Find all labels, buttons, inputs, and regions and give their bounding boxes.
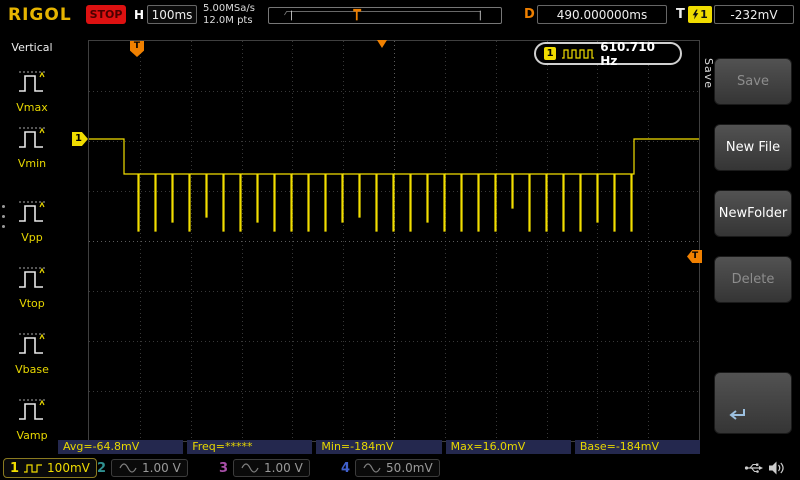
menu-item-vpp[interactable]: Vpp [0, 198, 64, 244]
delete-button[interactable]: Delete [714, 256, 792, 303]
channel-status-bar: 1 100mV 2 1.00 V 3 1.00 V [0, 456, 800, 480]
memory-position-strip [268, 7, 502, 24]
save-button[interactable]: Save [714, 58, 792, 105]
acquisition-readout: 5.00MSa/s 12.0M pts [203, 3, 255, 27]
channel-number: 2 [97, 461, 106, 476]
menu-item-label: Vmax [0, 101, 64, 114]
pulse-train-icon [561, 48, 595, 60]
horizontal-label: H [134, 8, 144, 22]
menu-item-label: Vpp [0, 231, 64, 244]
vmax-icon [17, 68, 47, 96]
menu-item-label: Vmin [0, 157, 64, 170]
trigger-source-chip: 1 [688, 6, 712, 23]
sine-wave-icon [240, 463, 260, 473]
sample-rate: 5.00MSa/s [203, 3, 255, 15]
channel-1-status[interactable]: 1 100mV [3, 458, 97, 478]
sine-wave-icon [118, 463, 138, 473]
measurement-min: Min=-184mV [316, 440, 441, 454]
trigger-status-label: T [676, 7, 685, 22]
delay-label: D [524, 7, 535, 22]
channel-number: 4 [341, 461, 350, 476]
channel-number: 1 [10, 461, 19, 476]
marker-letter: 1 [75, 133, 82, 144]
measurement-bar: Avg=-64.8mV Freq=***** Min=-184mV Max=16… [58, 440, 700, 454]
menu-item-vbase[interactable]: Vbase [0, 330, 64, 376]
sine-wave-icon [362, 463, 382, 473]
trigger-level-readout: -232mV [714, 5, 794, 24]
brand-logo: RIGOL [8, 5, 72, 25]
marker-letter: T [134, 41, 140, 51]
vmin-icon [17, 124, 47, 152]
counter-value: 610.710 Hz [600, 40, 672, 68]
vtop-icon [17, 264, 47, 292]
channel1-level-marker: 1 [72, 132, 88, 146]
new-file-button[interactable]: New File [714, 124, 792, 171]
channel-2-status[interactable]: 2 1.00 V [97, 458, 188, 478]
measurement-max: Max=16.0mV [446, 440, 571, 454]
menu-item-vtop[interactable]: Vtop [0, 264, 64, 310]
oscilloscope-screen: RIGOL STOP H 100ms 5.00MSa/s 12.0M pts D… [0, 0, 800, 480]
memory-depth: 12.0M pts [203, 15, 255, 27]
channel-4-status[interactable]: 4 50.0mV [341, 458, 440, 478]
lightning-icon [692, 8, 699, 21]
vamp-icon [17, 396, 47, 424]
menu-item-vmin[interactable]: Vmin [0, 124, 64, 170]
frequency-counter: 1 610.710 Hz [534, 42, 682, 65]
memory-waveform-thumbnail [269, 8, 501, 23]
channel-3-status[interactable]: 3 1.00 V [219, 458, 310, 478]
usb-icon [744, 461, 764, 475]
run-state-badge: STOP [86, 5, 126, 24]
marker-letter: T [692, 251, 698, 261]
left-menu: Vertical Vmax Vmin Vpp Vtop Vbase Vamp [0, 30, 64, 456]
header: RIGOL STOP H 100ms 5.00MSa/s 12.0M pts D… [0, 0, 800, 30]
menu-title: Vertical [0, 41, 64, 54]
menu-item-vamp[interactable]: Vamp [0, 396, 64, 442]
menu-page-dots [2, 198, 5, 235]
channel-scale: 1.00 V [142, 461, 181, 475]
menu-item-label: Vamp [0, 429, 64, 442]
channel-scale: 1.00 V [264, 461, 303, 475]
grid-svg [89, 41, 699, 441]
back-button[interactable] [714, 372, 792, 434]
return-arrow-icon [723, 405, 749, 425]
menu-item-label: Vbase [0, 363, 64, 376]
menu-item-label: Vtop [0, 297, 64, 310]
measurement-avg: Avg=-64.8mV [58, 440, 183, 454]
speaker-icon [768, 460, 786, 476]
measurement-freq: Freq=***** [187, 440, 312, 454]
channel-scale: 50.0mV [386, 461, 433, 475]
right-menu: Save Save New File NewFolder Delete [700, 30, 800, 456]
vpp-icon [17, 198, 47, 226]
vbase-icon [17, 330, 47, 358]
new-folder-button[interactable]: NewFolder [714, 190, 792, 237]
square-wave-icon [23, 463, 43, 473]
channel-number: 3 [219, 461, 228, 476]
measurement-base: Base=-184mV [575, 440, 700, 454]
delay-readout: 490.000000ms [537, 5, 667, 24]
trigger-source: 1 [700, 8, 708, 21]
waveform-display [88, 40, 700, 442]
trigger-center-marker [377, 40, 387, 48]
timebase-readout: 100ms [147, 5, 197, 24]
channel-scale: 100mV [47, 461, 90, 475]
menu-item-vmax[interactable]: Vmax [0, 68, 64, 114]
counter-channel-badge: 1 [544, 47, 556, 60]
